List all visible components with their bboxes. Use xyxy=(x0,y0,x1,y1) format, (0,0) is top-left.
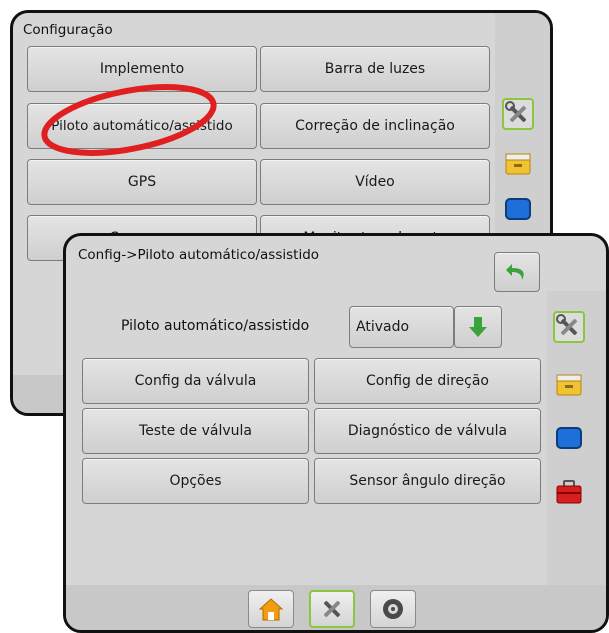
steering-config-button[interactable]: Config de direção xyxy=(314,358,541,404)
display-icon[interactable] xyxy=(502,193,534,225)
autosteer-config-panel: Config->Piloto automático/assistido Pilo… xyxy=(63,233,609,633)
setting-value[interactable]: Ativado xyxy=(349,306,454,348)
highlight-annotation xyxy=(41,84,217,156)
back-arrow-button[interactable] xyxy=(494,252,540,292)
tools-icon[interactable] xyxy=(502,98,534,130)
home-icon xyxy=(258,598,284,621)
setting-label: Piloto automático/assistido xyxy=(121,318,310,334)
toolbox-icon[interactable] xyxy=(553,476,585,508)
steering-angle-sensor-button[interactable]: Sensor ângulo direção xyxy=(314,458,541,504)
tilt-correction-button[interactable]: Correção de inclinação xyxy=(260,103,490,149)
valve-diagnostic-button[interactable]: Diagnóstico de válvula xyxy=(314,408,541,454)
gps-button[interactable]: GPS xyxy=(27,159,257,205)
tab-settings-wheel[interactable] xyxy=(370,590,416,628)
down-arrow-icon xyxy=(469,317,487,337)
panel-title: Config->Piloto automático/assistido xyxy=(78,247,320,263)
valve-test-button[interactable]: Teste de válvula xyxy=(82,408,309,454)
console-icon[interactable] xyxy=(553,368,585,400)
back-arrow-icon xyxy=(506,264,524,280)
tab-tools[interactable] xyxy=(309,590,355,628)
lightbar-button[interactable]: Barra de luzes xyxy=(260,46,490,92)
panel-title: Configuração xyxy=(23,22,113,38)
tab-home[interactable] xyxy=(248,590,294,628)
tools-icon[interactable] xyxy=(553,311,585,343)
options-button[interactable]: Opções xyxy=(82,458,309,504)
valve-config-button[interactable]: Config da válvula xyxy=(82,358,309,404)
display-icon[interactable] xyxy=(553,422,585,454)
tools-icon xyxy=(323,600,341,618)
settings-wheel-icon xyxy=(383,599,403,619)
console-icon[interactable] xyxy=(502,147,534,179)
dropdown-button[interactable] xyxy=(454,306,502,348)
video-button[interactable]: Vídeo xyxy=(260,159,490,205)
